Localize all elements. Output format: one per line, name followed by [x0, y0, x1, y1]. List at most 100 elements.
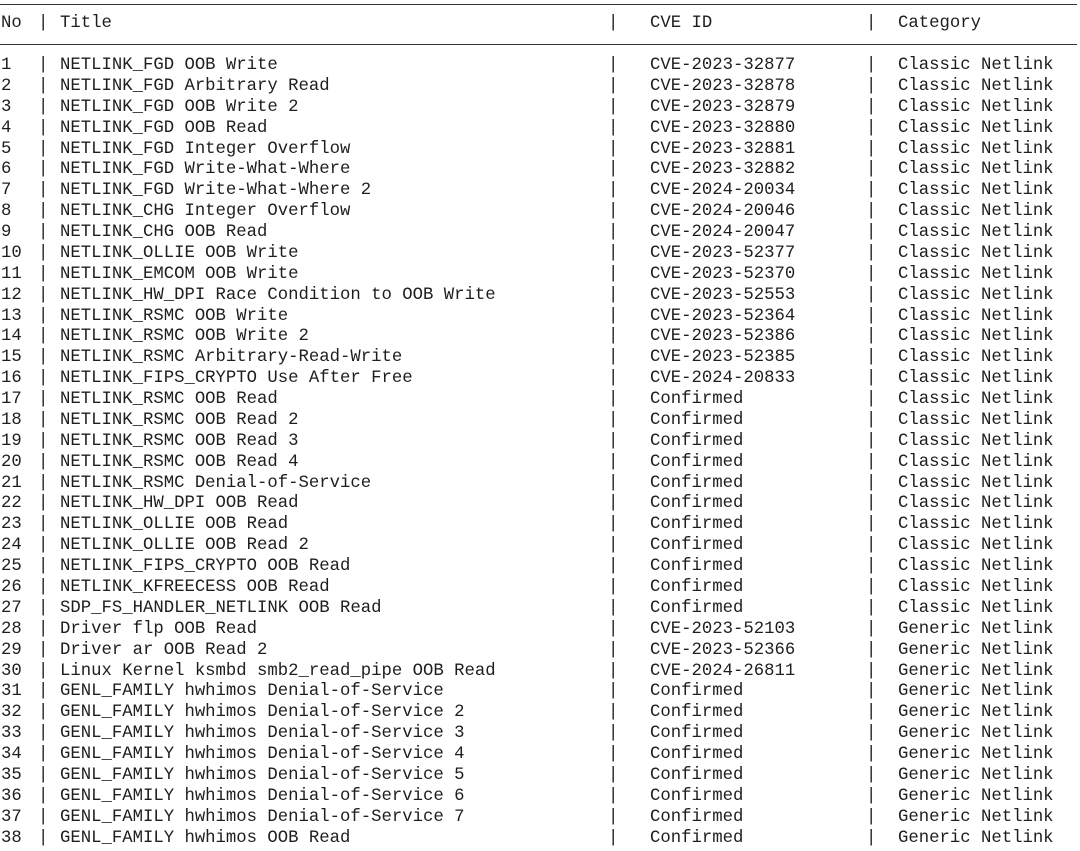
table-row: 2 | NETLINK_FGD Arbitrary Read | CVE-2023-32…: [0, 77, 1080, 97]
column-separator: |: [866, 390, 877, 410]
row-title: GENL_FAMILY hwhimos Denial-of-Service 4: [60, 745, 465, 765]
row-no: 34: [1, 745, 22, 765]
row-title: NETLINK_FGD Integer Overflow: [60, 139, 351, 159]
table-row: 10 | NETLINK_OLLIE OOB Write | CVE-2023-5237…: [0, 244, 1080, 264]
column-separator: |: [38, 327, 49, 347]
column-separator: |: [866, 745, 877, 765]
column-separator: |: [608, 557, 619, 577]
column-separator: |: [866, 369, 877, 389]
row-category: Classic Netlink: [898, 97, 1054, 117]
row-no: 4: [1, 118, 12, 138]
table-row: 36 | GENL_FAMILY hwhimos Denial-of-Service…: [0, 787, 1080, 807]
row-title: NETLINK_FIPS_CRYPTO Use After Free: [60, 369, 413, 389]
column-separator: |: [38, 139, 49, 159]
row-no: 27: [1, 598, 22, 618]
column-separator: |: [38, 160, 49, 180]
column-separator: |: [866, 264, 877, 284]
row-category: Classic Netlink: [898, 76, 1054, 96]
row-cve-id: Confirmed: [650, 807, 744, 827]
row-category: Classic Netlink: [898, 598, 1054, 618]
column-separator: |: [866, 557, 877, 577]
row-no: 11: [1, 264, 22, 284]
row-category: Generic Netlink: [898, 661, 1054, 681]
row-cve-id: Confirmed: [650, 536, 744, 556]
column-separator: |: [38, 118, 49, 138]
row-title: NETLINK_FGD Arbitrary Read: [60, 76, 330, 96]
row-no: 31: [1, 682, 22, 702]
row-title: NETLINK_FIPS_CRYPTO OOB Read: [60, 557, 351, 577]
row-cve-id: Confirmed: [650, 598, 744, 618]
row-cve-id: CVE-2024-20833: [650, 369, 796, 389]
column-separator: |: [608, 765, 619, 785]
column-separator: |: [866, 703, 877, 723]
row-category: Classic Netlink: [898, 327, 1054, 347]
column-separator: |: [866, 536, 877, 556]
table-row: 12 | NETLINK_HW_DPI Race Condition to OOB …: [0, 286, 1080, 306]
row-title: NETLINK_RSMC OOB Read: [60, 390, 278, 410]
row-no: 5: [1, 139, 12, 159]
row-no: 32: [1, 703, 22, 723]
row-no: 16: [1, 369, 22, 389]
column-separator: |: [608, 682, 619, 702]
row-category: Classic Netlink: [898, 578, 1054, 597]
column-separator: |: [866, 473, 877, 493]
row-cve-id: CVE-2023-32877: [650, 56, 796, 75]
row-no: 6: [1, 160, 12, 180]
row-cve-id: Confirmed: [650, 452, 744, 472]
row-no: 13: [1, 306, 22, 326]
column-separator: |: [38, 494, 49, 514]
column-separator: |: [38, 264, 49, 284]
table-row: 9 | NETLINK_CHG OOB Read | CVE-2024-20047 | Cl…: [0, 223, 1080, 243]
row-title: NETLINK_KFREECESS OOB Read: [60, 578, 330, 597]
column-separator: |: [38, 181, 49, 201]
column-separator: |: [608, 181, 619, 201]
row-category: Generic Netlink: [898, 786, 1054, 806]
row-title: NETLINK_FGD Write-What-Where: [60, 160, 351, 180]
row-category: Classic Netlink: [898, 557, 1054, 577]
table-row: 29 | Driver ar OOB Read 2 | CVE-2023-52366 | G…: [0, 641, 1080, 661]
row-category: Generic Netlink: [898, 619, 1054, 639]
column-separator: |: [608, 494, 619, 514]
table-row: 38 | GENL_FAMILY hwhimos OOB Read | Confirme…: [0, 829, 1080, 849]
table-row: 25 | NETLINK_FIPS_CRYPTO OOB Read | Confirme…: [0, 557, 1080, 577]
row-category: Classic Netlink: [898, 306, 1054, 326]
row-cve-id: CVE-2023-52385: [650, 348, 796, 368]
table-row: 15 | NETLINK_RSMC Arbitrary-Read-Write | CVE…: [0, 348, 1080, 368]
column-separator: |: [608, 348, 619, 368]
row-category: Generic Netlink: [898, 745, 1054, 765]
column-separator: |: [866, 661, 877, 681]
column-separator: |: [866, 139, 877, 159]
column-separator: |: [866, 181, 877, 201]
row-category: Classic Netlink: [898, 285, 1054, 305]
row-title: NETLINK_RSMC OOB Read 2: [60, 410, 299, 430]
column-separator: |: [38, 431, 49, 451]
column-separator: |: [38, 703, 49, 723]
column-separator: |: [866, 828, 877, 848]
row-category: Classic Netlink: [898, 181, 1054, 201]
row-title: Driver ar OOB Read 2: [60, 640, 268, 660]
column-separator: |: [608, 536, 619, 556]
row-category: Classic Netlink: [898, 118, 1054, 138]
column-separator: |: [608, 745, 619, 765]
column-separator: |: [608, 661, 619, 681]
row-no: 20: [1, 452, 22, 472]
table-row: 8 | NETLINK_CHG Integer Overflow | CVE-2024-…: [0, 202, 1080, 222]
table-row: 13 | NETLINK_RSMC OOB Write | CVE-2023-52364…: [0, 307, 1080, 327]
row-category: Classic Netlink: [898, 473, 1054, 493]
column-separator: |: [38, 410, 49, 430]
table-row: 16 | NETLINK_FIPS_CRYPTO Use After Free | CV…: [0, 369, 1080, 389]
column-separator: |: [608, 223, 619, 243]
row-category: Classic Netlink: [898, 431, 1054, 451]
column-separator: |: [866, 76, 877, 96]
row-title: NETLINK_HW_DPI OOB Read: [60, 494, 299, 514]
row-cve-id: Confirmed: [650, 390, 744, 410]
column-separator: |: [38, 828, 49, 848]
row-title: GENL_FAMILY hwhimos OOB Read: [60, 828, 351, 848]
table-row: 34 | GENL_FAMILY hwhimos Denial-of-Service…: [0, 745, 1080, 765]
table-row: 5 | NETLINK_FGD Integer Overflow | CVE-2023-…: [0, 140, 1080, 160]
table-row: 1 | NETLINK_FGD OOB Write | CVE-2023-32877 | C…: [0, 56, 1080, 76]
column-separator: |: [38, 285, 49, 305]
row-title: NETLINK_RSMC OOB Read 3: [60, 431, 299, 451]
row-cve-id: Confirmed: [650, 682, 744, 702]
column-separator: |: [608, 306, 619, 326]
